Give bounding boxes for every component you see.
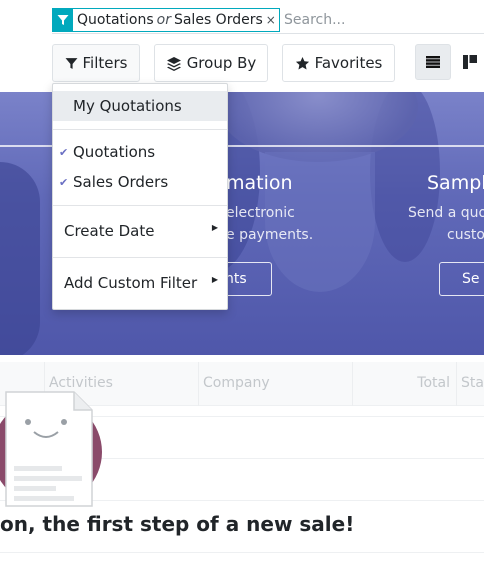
row-separator <box>0 552 484 553</box>
filter-my-quotations-label: My Quotations <box>73 97 182 115</box>
helper-message: on, the first step of a new sale! <box>0 512 355 536</box>
add-custom-filter-label: Add Custom Filter <box>64 274 198 292</box>
group-by-label: Group By <box>186 54 257 72</box>
column-header-status[interactable]: Sta <box>456 362 484 406</box>
column-header-total[interactable]: Total <box>352 362 456 406</box>
filters-label: Filters <box>82 54 128 72</box>
banner-panel1-button-label: nts <box>225 271 247 287</box>
kanban-view-icon <box>463 55 477 69</box>
facet-remove-button[interactable]: × <box>266 13 279 27</box>
list-view-button[interactable] <box>415 44 451 80</box>
caret-right-icon: ▶ <box>211 223 218 232</box>
facet-values: Quotations or Sales Orders <box>73 12 266 28</box>
filter-quotations[interactable]: ✔ Quotations <box>53 137 227 167</box>
smiling-document-icon <box>5 391 93 507</box>
filter-sales-orders[interactable]: ✔ Sales Orders <box>53 167 227 197</box>
search-facet: Quotations or Sales Orders × <box>52 8 280 32</box>
search-bar: Quotations or Sales Orders × <box>52 6 484 34</box>
filter-create-date-label: Create Date <box>64 222 155 240</box>
banner-panel1-line2: e payments. <box>226 227 314 243</box>
banner-panel2-line2: custo <box>447 227 484 243</box>
filters-button[interactable]: Filters <box>52 44 140 82</box>
dropdown-divider <box>53 257 227 258</box>
check-icon: ✔ <box>59 145 69 159</box>
filter-my-quotations[interactable]: My Quotations <box>53 91 227 121</box>
filters-dropdown: My Quotations ✔ Quotations ✔ Sales Order… <box>52 83 228 310</box>
facet-separator: or <box>156 12 171 28</box>
facet-value-quotations: Quotations <box>77 12 154 28</box>
caret-right-icon: ▶ <box>211 275 218 284</box>
list-view-icon <box>426 56 440 68</box>
filter-quotations-label: Quotations <box>73 143 156 161</box>
banner-panel1-line1: electronic <box>226 205 295 221</box>
filter-icon <box>65 57 77 69</box>
search-input[interactable] <box>284 9 484 31</box>
filter-icon <box>53 9 73 31</box>
column-header-company[interactable]: Company <box>198 362 352 406</box>
banner-panel2-title: Sampl <box>427 172 484 194</box>
filter-sales-orders-label: Sales Orders <box>73 173 169 191</box>
dropdown-divider <box>53 205 227 206</box>
banner-panel2-button-label: Se <box>462 271 480 287</box>
favorites-label: Favorites <box>314 54 383 72</box>
check-icon: ✔ <box>59 175 69 189</box>
banner-panel2-line1: Send a quo <box>408 205 484 221</box>
group-by-button[interactable]: Group By <box>154 44 268 82</box>
filter-create-date[interactable]: Create Date ▶ <box>53 215 227 247</box>
banner-panel2-button[interactable]: Se <box>439 262 484 296</box>
dropdown-divider <box>53 129 227 130</box>
facet-value-sales-orders: Sales Orders <box>173 12 263 28</box>
favorites-button[interactable]: Favorites <box>282 44 395 82</box>
kanban-view-button[interactable] <box>455 44 484 80</box>
banner-photo-shape <box>0 162 40 355</box>
add-custom-filter[interactable]: Add Custom Filter ▶ <box>53 267 227 299</box>
star-icon <box>295 56 309 69</box>
layers-icon <box>166 56 181 71</box>
banner-panel1-title: mation <box>226 172 293 194</box>
